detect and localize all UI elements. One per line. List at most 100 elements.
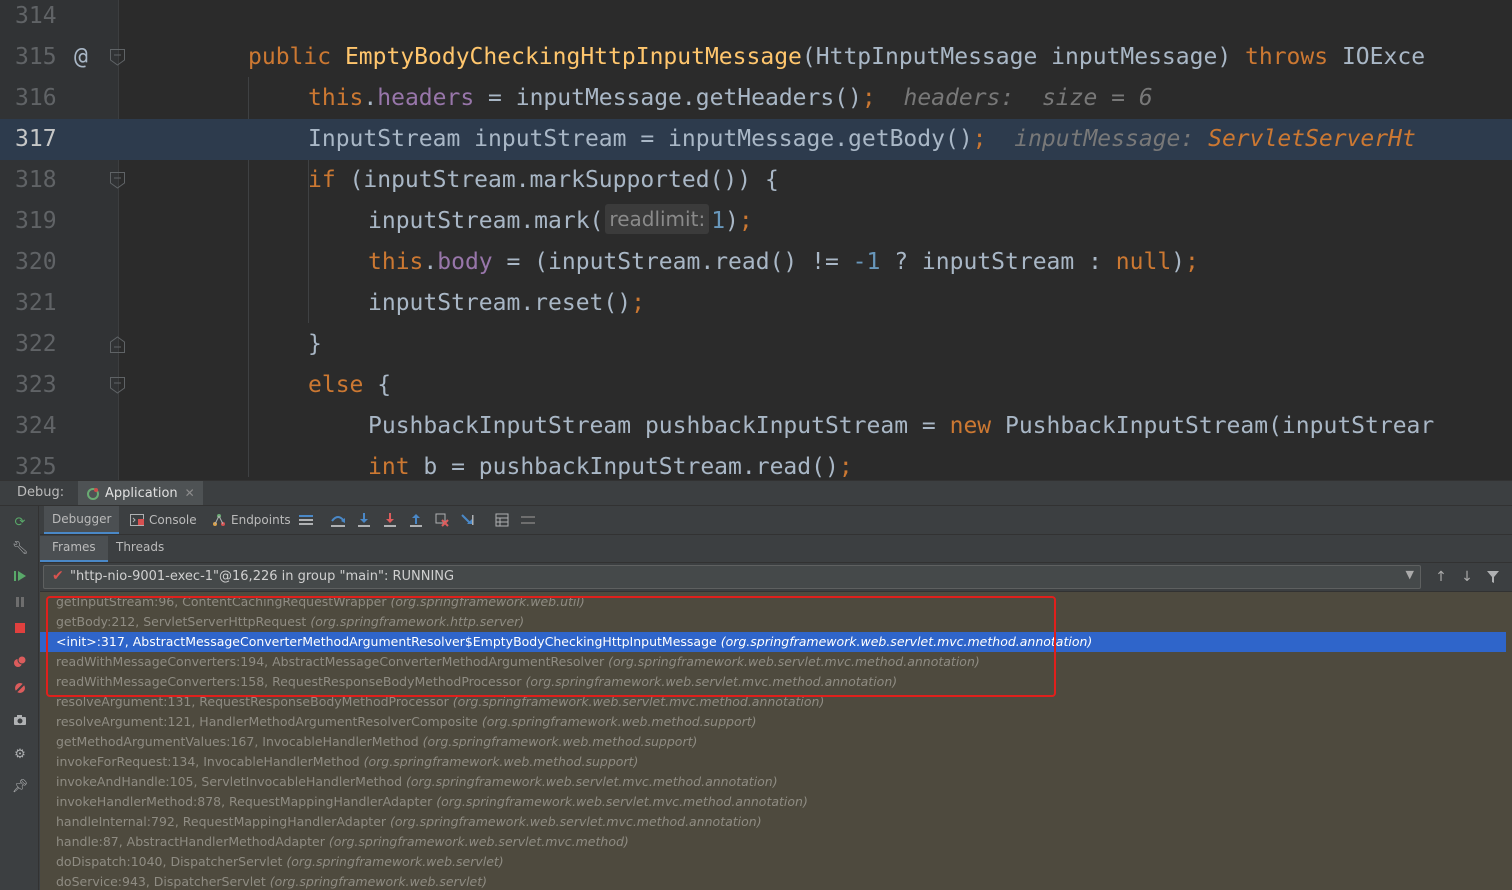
frame-row[interactable]: invokeAndHandle:105, ServletInvocableHan… [40,772,1512,792]
code-text[interactable]: if (inputStream.markSupported()) { [308,160,779,201]
drop-frame-icon[interactable] [434,512,450,528]
frame-row[interactable]: doService:943, DispatcherServlet (org.sp… [40,872,1512,890]
frame-row[interactable]: resolveArgument:121, HandlerMethodArgume… [40,712,1512,732]
arrow-up-icon[interactable]: ↑ [1433,569,1449,585]
line-number[interactable]: 321 [15,283,65,324]
code-line[interactable]: 315 @ public EmptyBodyCheckingHttpInputMes… [0,37,1512,78]
frame-row[interactable]: doDispatch:1040, DispatcherServlet (org.… [40,852,1512,872]
code-text[interactable]: else { [308,365,391,406]
settings-gear-icon[interactable]: ⚙ [12,746,28,762]
frame-row[interactable]: getInputStream:96, ContentCachingRequest… [40,592,1512,612]
code-text[interactable]: inputStream.mark(readlimit: 1); [368,201,753,242]
frame-row[interactable]: getBody:212, ServletServerHttpRequest (o… [40,612,1512,632]
frame-row[interactable]: getMethodArgumentValues:167, InvocableHa… [40,732,1512,752]
frame-method: resolveArgument:131, RequestResponseBody… [56,694,449,709]
line-number[interactable]: 316 [15,78,65,119]
line-number[interactable]: 325 [15,447,65,480]
code-text[interactable]: this.body = (inputStream.read() != -1 ? … [368,242,1199,283]
code-token: ; [738,208,753,234]
frame-row[interactable]: resolveArgument:131, RequestResponseBody… [40,692,1512,712]
thread-row: ✔ "http-nio-9001-exec-1"@16,226 in group… [40,563,1512,592]
chevron-down-icon: ▼ [1405,568,1414,581]
rerun-icon[interactable]: ⟳ [12,514,28,530]
line-number[interactable]: 323 [15,365,65,406]
code-line[interactable]: 318 if (inputStream.markSupported()) { [0,160,1512,201]
frame-row[interactable]: handleInternal:792, RequestMappingHandle… [40,812,1512,832]
frame-method: <init>:317, AbstractMessageConverterMeth… [56,634,717,649]
tab-console[interactable]: Console [122,506,205,534]
tab-debugger[interactable]: Debugger [44,506,120,534]
frame-row[interactable]: readWithMessageConverters:158, RequestRe… [40,672,1512,692]
line-number[interactable]: 315 [15,37,65,78]
selected-frame-row[interactable]: <init>:317, AbstractMessageConverterMeth… [40,632,1512,652]
frames-scrollbar[interactable] [1506,592,1512,890]
pause-icon[interactable] [12,594,28,610]
trace-stream-icon[interactable] [520,512,536,528]
line-number[interactable]: 318 [15,160,65,201]
code-line[interactable]: 324 PushbackInputStream pushbackInputStre… [0,406,1512,447]
tab-endpoints[interactable]: Endpoints [204,506,299,534]
frame-row[interactable]: readWithMessageConverters:194, AbstractM… [40,652,1512,672]
line-number[interactable]: 319 [15,201,65,242]
fold-marker-icon[interactable] [110,336,125,353]
code-text[interactable]: public EmptyBodyCheckingHttpInputMessage… [248,37,1425,78]
inline-debug-value: inputMessage: [986,126,1209,152]
line-number[interactable]: 320 [15,242,65,283]
code-line[interactable]: 317 InputStream inputStream = inputMessag… [0,119,1512,160]
tab-threads[interactable]: Threads [104,536,176,560]
pin-icon[interactable]: 📌︎ [12,778,29,794]
filter-icon[interactable] [1485,569,1501,585]
code-text[interactable]: this.headers = inputMessage.getHeaders()… [308,78,1153,119]
line-number[interactable]: 317 [15,119,65,160]
fold-marker-icon[interactable] [110,49,125,66]
force-step-into-icon[interactable] [382,512,398,528]
frame-row[interactable]: invokeHandlerMethod:878, RequestMappingH… [40,792,1512,812]
code-text[interactable]: inputStream.reset(); [368,283,645,324]
code-text[interactable]: int b = pushbackInputStream.read(); [368,447,853,480]
code-token: new [949,413,1005,439]
close-icon[interactable]: ✕ [185,486,195,500]
code-token: public [248,44,345,70]
fold-marker-icon[interactable] [110,377,125,394]
line-number[interactable]: 324 [15,406,65,447]
code-line[interactable]: 320 this.body = (inputStream.read() != -1… [0,242,1512,283]
menu-lines-icon[interactable] [298,512,314,528]
code-line[interactable]: 325 int b = pushbackInputStream.read(); [0,447,1512,480]
frame-row[interactable]: invokeForRequest:134, InvocableHandlerMe… [40,752,1512,772]
code-line[interactable]: 321 inputStream.reset(); [0,283,1512,324]
overrides-method-marker-icon[interactable]: @ [74,37,88,78]
code-line[interactable]: 323 else { [0,365,1512,406]
evaluate-expression-icon[interactable] [494,512,510,528]
stop-icon[interactable] [12,620,28,636]
code-text[interactable]: PushbackInputStream pushbackInputStream … [368,406,1434,447]
frame-row[interactable]: handle:87, AbstractHandlerMethodAdapter … [40,832,1512,852]
code-line[interactable]: 316 this.headers = inputMessage.getHeader… [0,78,1512,119]
inline-debug-value: headers: size = 6 [875,85,1153,111]
resume-icon[interactable] [12,568,28,584]
line-number[interactable]: 322 [15,324,65,365]
fold-marker-icon[interactable] [110,172,125,189]
debug-session-tab[interactable]: Application ✕ [78,481,203,505]
arrow-down-icon[interactable]: ↓ [1459,569,1475,585]
run-to-cursor-icon[interactable] [460,512,476,528]
frame-package: (org.springframework.web.method.support) [422,734,698,749]
step-over-icon[interactable] [330,512,346,528]
code-line[interactable]: 319 inputStream.mark(readlimit: 1); [0,201,1512,242]
step-into-icon[interactable] [356,512,372,528]
view-breakpoints-icon[interactable] [12,654,28,670]
code-editor[interactable]: 314 315 @ public EmptyBodyCheckingHttpInput… [0,0,1512,480]
line-number[interactable]: 314 [15,0,65,37]
code-token: } [308,331,322,357]
camera-icon[interactable] [12,712,28,728]
frames-list[interactable]: getInputStream:96, ContentCachingRequest… [40,592,1512,890]
code-line[interactable]: 322} [0,324,1512,365]
wrench-icon[interactable]: 🔧︎ [12,540,29,556]
code-text[interactable]: InputStream inputStream = inputMessage.g… [308,119,1416,160]
code-line[interactable]: 314 [0,0,1512,37]
thread-select[interactable]: ✔ "http-nio-9001-exec-1"@16,226 in group… [43,565,1421,589]
frame-method: invokeForRequest:134, InvocableHandlerMe… [56,754,360,769]
code-text[interactable]: } [308,324,322,365]
step-out-icon[interactable] [408,512,424,528]
tab-frames[interactable]: Frames [40,536,108,562]
mute-breakpoints-icon[interactable] [12,680,28,696]
